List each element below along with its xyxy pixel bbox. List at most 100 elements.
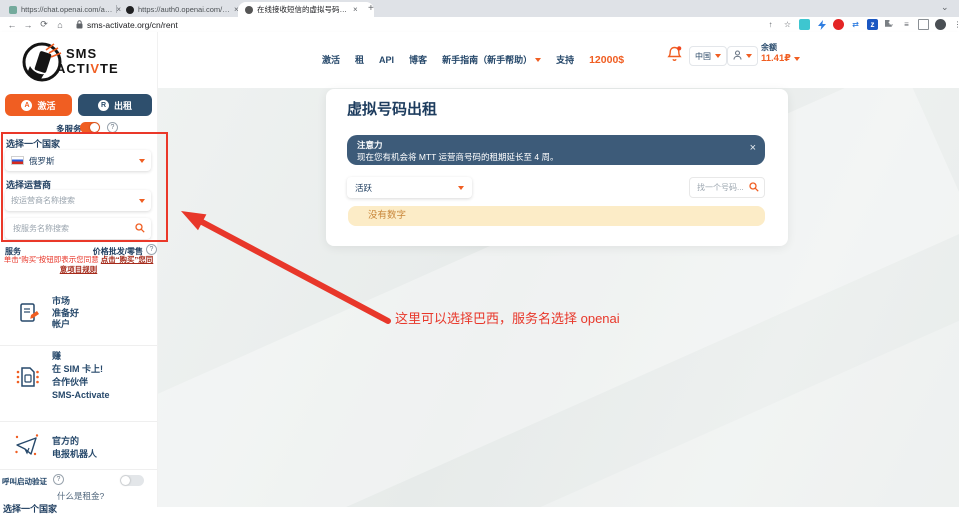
nav-support[interactable]: 支持 — [556, 53, 574, 66]
service-search-box[interactable] — [5, 218, 151, 239]
balance-value: 11.41₽ — [761, 53, 791, 64]
rental-card: 虚拟号码出租 注意力 现在您有机会将 MTT 运营商号码的租期延长至 4 周。 … — [326, 89, 788, 246]
back-icon[interactable]: ← — [4, 20, 20, 30]
browser-tab-sms-activate[interactable]: 在线接收短信的虚拟号码 - SMS × — [238, 2, 374, 17]
telegram-bot-icon[interactable] — [14, 432, 40, 463]
rent-button[interactable]: R 出租 — [78, 94, 152, 116]
extension-red-circle-icon[interactable] — [833, 19, 844, 30]
chevron-down-icon — [746, 54, 752, 58]
sms-activate-logo[interactable]: SMS ACTIVTE — [20, 38, 150, 88]
page-title: 虚拟号码出租 — [347, 98, 437, 119]
what-is-rent-link[interactable]: 什么是租金? — [57, 490, 104, 502]
tab-title: https://auth0.openai.com/u/si — [138, 5, 230, 14]
person-icon — [733, 50, 742, 62]
empty-state-banner: 没有数字 — [348, 206, 765, 226]
reload-icon[interactable]: ⟳ — [36, 19, 52, 30]
browser-tab-chatgpt[interactable]: https://chat.openai.com/auth/l × — [2, 2, 128, 17]
language-selector[interactable]: 中国 — [689, 46, 727, 66]
multi-service-label: 多服务 — [56, 123, 82, 135]
country-section-label: 选择一个国家 — [6, 137, 60, 150]
divider — [0, 469, 157, 470]
home-icon[interactable]: ⌂ — [52, 20, 68, 30]
country-select[interactable]: 俄罗斯 — [5, 150, 151, 171]
lock-icon — [76, 20, 83, 29]
balance-widget[interactable]: 余额 11.41₽ — [761, 42, 800, 64]
browser-menu-kebab-icon[interactable]: ⋮ — [952, 19, 959, 30]
notification-bell-icon[interactable] — [666, 45, 683, 68]
logo-text-sms: SMS — [66, 46, 97, 61]
divider — [0, 345, 157, 346]
extensions-puzzle-icon[interactable] — [884, 19, 895, 30]
new-tab-button[interactable]: + — [368, 3, 374, 14]
number-search-input[interactable] — [695, 182, 749, 193]
number-search-box[interactable] — [689, 177, 765, 198]
chevron-down-icon — [794, 57, 800, 61]
operator-placeholder: 按运营商名称搜索 — [11, 195, 139, 206]
nav-beginner-guide[interactable]: 新手指南（新手帮助） — [442, 53, 541, 66]
notice-close-icon[interactable]: × — [750, 143, 756, 153]
logo-text-acti: ACTI — [56, 61, 90, 76]
market-accounts-icon[interactable] — [18, 302, 40, 329]
notice-title: 注意力 — [357, 139, 755, 151]
chevron-down-icon — [139, 159, 145, 163]
divider — [0, 421, 157, 422]
extension-swap-icon[interactable]: ⇄ — [850, 19, 861, 30]
forward-icon[interactable]: → — [20, 20, 36, 30]
nav-activation[interactable]: 激活 — [322, 53, 340, 66]
call-verification-help-icon[interactable]: ? — [53, 474, 64, 485]
tab-search-chevron-icon[interactable]: ⌄ — [941, 2, 949, 13]
extension-z-icon[interactable]: z — [867, 19, 878, 30]
tab-title: 在线接收短信的虚拟号码 - SMS — [257, 4, 349, 15]
share-icon[interactable]: ↑ — [765, 19, 776, 30]
multi-service-toggle[interactable] — [80, 122, 100, 133]
bookmark-star-icon[interactable]: ☆ — [782, 19, 793, 30]
clipped-bottom-label: 选择一个国家 — [3, 502, 57, 515]
chevron-down-icon — [139, 199, 145, 203]
nav-blog[interactable]: 博客 — [409, 53, 427, 66]
side-panel-icon[interactable] — [918, 19, 929, 30]
chevron-down-icon — [715, 54, 721, 58]
call-verification-label: 呼叫启动验证 — [2, 476, 47, 487]
promo-amount[interactable]: 12000$ — [589, 54, 624, 66]
profile-avatar[interactable] — [935, 19, 946, 30]
tab-divider — [116, 5, 117, 13]
telegram-bot-link[interactable]: 官方的 电报机器人 — [52, 435, 97, 461]
nav-api[interactable]: API — [379, 55, 394, 65]
price-help-icon[interactable]: ? — [146, 244, 157, 255]
chatgpt-favicon-icon — [9, 6, 17, 14]
chevron-down-icon — [458, 186, 464, 190]
tab-title: https://chat.openai.com/auth/l — [21, 5, 112, 14]
activate-button[interactable]: A 激活 — [5, 94, 72, 116]
account-menu[interactable] — [727, 46, 758, 66]
call-verification-toggle[interactable] — [120, 475, 144, 486]
activation-badge-icon: A — [21, 100, 32, 111]
reading-list-icon[interactable]: ≡ — [901, 19, 912, 30]
chevron-down-icon — [535, 58, 541, 62]
rent-badge-icon: R — [98, 100, 109, 111]
market-accounts-link[interactable]: 市场 准备好 帐户 — [52, 296, 79, 331]
multi-service-help-icon[interactable]: ? — [107, 122, 118, 133]
sim-partner-icon[interactable] — [14, 364, 40, 395]
sidebar: SMS ACTIVTE A 激活 R 出租 多服务 ? 选择一个国家 俄罗斯 选… — [0, 32, 158, 507]
country-value: 俄罗斯 — [29, 155, 139, 167]
url-text[interactable]: sms-activate.org/cn/rent — [87, 20, 178, 30]
nav-rent[interactable]: 租 — [355, 53, 364, 66]
tab-close-icon[interactable]: × — [353, 5, 358, 14]
russia-flag-icon — [11, 156, 24, 165]
notice-banner: 注意力 现在您有机会将 MTT 运营商号码的租期延长至 4 周。 × — [347, 135, 765, 165]
operator-select[interactable]: 按运营商名称搜索 — [5, 190, 151, 211]
sim-partner-link[interactable]: 赚 在 SIM 卡上! 合作伙伴 SMS-Activate — [52, 350, 110, 402]
purchase-terms-note: 单击“购买”按钮即表示您同意 点击“购买”您同意项目规则 — [2, 255, 155, 274]
openai-favicon-icon — [126, 6, 134, 14]
sms-activate-favicon-icon — [245, 6, 253, 14]
browser-tab-auth0[interactable]: https://auth0.openai.com/u/si × — [119, 2, 249, 17]
extension-lightning-icon[interactable] — [816, 19, 827, 30]
service-search-input[interactable] — [11, 223, 135, 234]
extension-teal-icon[interactable] — [799, 19, 810, 30]
status-filter-select[interactable]: 活跃 — [347, 177, 472, 198]
browser-tab-strip: https://chat.openai.com/auth/l × https:/… — [0, 0, 959, 17]
notice-text: 现在您有机会将 MTT 运营商号码的租期延长至 4 周。 — [357, 151, 755, 163]
logo-text-v: V — [90, 61, 100, 76]
annotation-text: 这里可以选择巴西，服务名选择 openai — [395, 308, 620, 327]
search-icon — [135, 220, 145, 238]
